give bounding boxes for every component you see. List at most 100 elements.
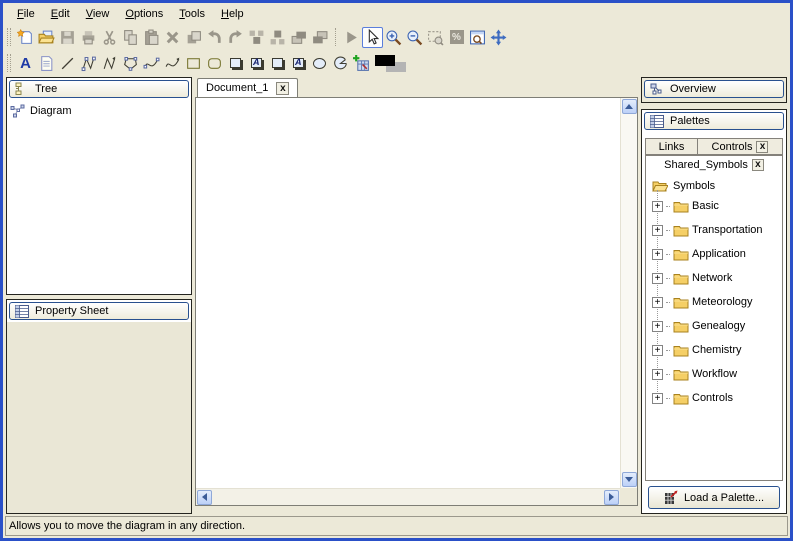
color-swatches-button[interactable] [372,53,408,74]
scroll-down-button[interactable] [622,472,637,487]
send-to-back-button[interactable] [309,27,330,48]
paste-button[interactable] [141,27,162,48]
toolbar-grip[interactable] [7,54,11,72]
palette-tree-item[interactable]: + Network [652,266,782,290]
ellipse-tool-button[interactable] [309,53,330,74]
expand-icon[interactable]: + [652,345,663,356]
tree-item-diagram[interactable]: Diagram [7,100,191,118]
filled-rectangle-tool-button[interactable] [225,53,246,74]
tab-controls[interactable]: Controls x [697,138,783,155]
tab-links[interactable]: Links [645,138,697,155]
close-icon[interactable]: x [276,82,289,95]
palette-tree-item[interactable]: + Controls [652,386,782,410]
print-button[interactable] [78,27,99,48]
property-sheet-body [7,322,191,513]
menu-item[interactable]: Options [117,6,171,22]
close-icon[interactable]: x [756,141,768,153]
text-tool-button[interactable]: A [15,53,36,74]
scroll-up-button[interactable] [622,99,637,114]
zoom-out-button[interactable] [404,27,425,48]
main-area: Tree Diagram Property Sheet [3,76,790,516]
shadow-rectangle-tool-button[interactable] [267,53,288,74]
palette-tree-item[interactable]: + Chemistry [652,338,782,362]
palettes-header[interactable]: Palettes [644,112,784,130]
property-sheet-header[interactable]: Property Sheet [9,302,189,320]
zoom-percent-button[interactable]: % [446,27,467,48]
pan-button[interactable] [488,27,509,48]
palette-tree-root[interactable]: Symbols [646,172,782,194]
menu-item[interactable]: Tools [171,6,213,22]
text-box-tool-button[interactable]: A [246,53,267,74]
expand-icon[interactable]: + [652,201,663,212]
tab-document-1[interactable]: Document_1 x [197,78,298,97]
group-button[interactable] [246,27,267,48]
expand-icon[interactable]: + [652,321,663,332]
arrow-right-icon [609,493,614,501]
zoom-in-button[interactable] [383,27,404,48]
palette-tree-item[interactable]: + Transportation [652,218,782,242]
palette-tree-item-label: Controls [692,392,733,404]
bring-to-front-button[interactable] [288,27,309,48]
overview-header[interactable]: Overview [644,80,784,98]
polyline-arrow-tool-button[interactable] [99,53,120,74]
toolbar-grip[interactable] [7,28,11,46]
polyline-tool-button[interactable] [78,53,99,74]
load-palette-button[interactable]: Load a Palette... [648,486,780,509]
save-button[interactable] [57,27,78,48]
tab-shared-symbols[interactable]: Shared_Symbols x [645,155,783,173]
zoom-area-button[interactable] [425,27,446,48]
scroll-right-button[interactable] [604,490,619,505]
text-box-2-tool-button[interactable]: A [288,53,309,74]
toolbar-separator [335,28,336,46]
menu-item[interactable]: View [78,6,118,22]
fill-color-swatch[interactable] [375,55,395,66]
copy-button[interactable] [120,27,141,48]
vertical-scrollbar[interactable] [620,98,637,488]
diagram-canvas[interactable] [196,98,620,488]
close-icon[interactable]: x [752,159,764,171]
insert-symbol-button[interactable] [351,53,372,74]
line-tool-button[interactable] [57,53,78,74]
palette-tree-item[interactable]: + Genealogy [652,314,782,338]
expand-icon[interactable]: + [652,297,663,308]
duplicate-button[interactable] [183,27,204,48]
expand-icon[interactable]: + [652,273,663,284]
delete-button[interactable] [162,27,183,48]
spline-arrow-tool-button[interactable] [162,53,183,74]
paste-icon [143,29,160,46]
expand-icon[interactable]: + [652,249,663,260]
rounded-rectangle-tool-button[interactable] [204,53,225,74]
palette-tree-item[interactable]: + Basic [652,194,782,218]
app-window: File Edit View Options Tools Help [0,0,793,541]
open-button[interactable] [36,27,57,48]
palette-tree-item[interactable]: + Workflow [652,362,782,386]
expand-icon[interactable]: + [652,225,663,236]
tree-panel-header[interactable]: Tree [9,80,189,98]
fit-to-window-button[interactable] [467,27,488,48]
menu-item[interactable]: Edit [43,6,78,22]
rectangle-tool-button[interactable] [183,53,204,74]
select-tool-button[interactable] [362,27,383,48]
new-button[interactable] [15,27,36,48]
spline-tool-button[interactable] [141,53,162,74]
scroll-left-button[interactable] [197,490,212,505]
palette-tree-item[interactable]: + Meteorology [652,290,782,314]
horizontal-scrollbar[interactable] [196,488,620,505]
palette-tree-item[interactable]: + Application [652,242,782,266]
expand-icon[interactable]: + [652,369,663,380]
arc-tool-button[interactable] [330,53,351,74]
undo-button[interactable] [204,27,225,48]
note-tool-button[interactable] [36,53,57,74]
ellipse-icon [313,58,326,69]
zoom-in-icon [385,29,402,46]
expand-icon[interactable]: + [652,393,663,404]
ungroup-button[interactable] [267,27,288,48]
ungroup-icon [269,29,286,46]
menu-item[interactable]: Help [213,6,252,22]
run-button[interactable] [341,27,362,48]
menu-item[interactable]: File [9,6,43,22]
redo-button[interactable] [225,27,246,48]
cut-button[interactable] [99,27,120,48]
duplicate-icon [185,29,202,46]
polygon-tool-button[interactable] [120,53,141,74]
